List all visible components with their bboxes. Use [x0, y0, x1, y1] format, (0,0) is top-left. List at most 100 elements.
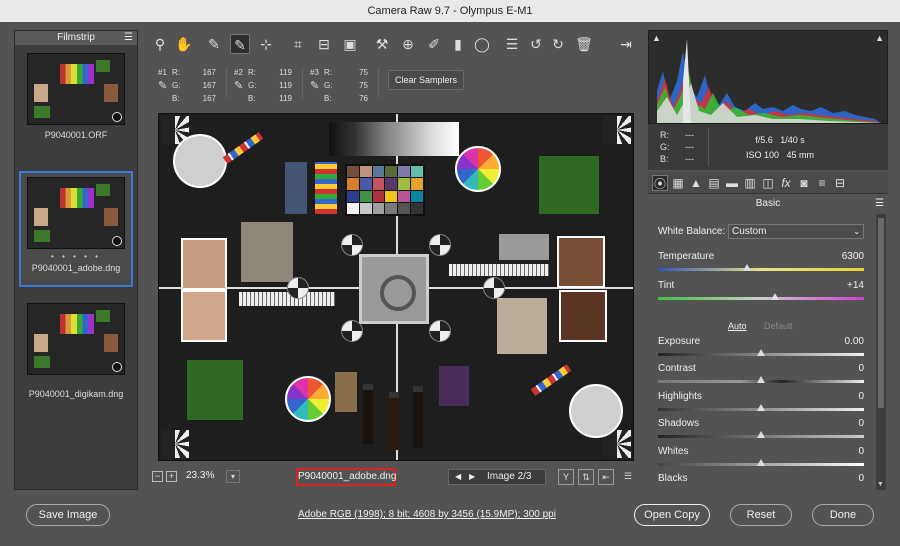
default-link[interactable]: Default — [764, 321, 793, 331]
slider-value[interactable]: 0 — [858, 418, 864, 429]
zoom-level: 23.3% — [186, 470, 215, 481]
thumbnail-caption: P9040001_digikam.dng — [28, 389, 124, 399]
slider-knob[interactable] — [757, 349, 765, 356]
prev-image-icon[interactable]: ◀ — [455, 470, 461, 484]
adjustment-brush-icon[interactable]: ✐ — [424, 34, 444, 54]
zoom-out-button[interactable]: − — [152, 471, 163, 482]
hand-icon[interactable]: ✋ — [174, 34, 194, 54]
filmstrip-thumb-2[interactable]: • • • • • P9040001_adobe.dng — [19, 171, 133, 287]
presets-tab-icon[interactable]: ≡ — [814, 175, 830, 191]
split-toning-tab-icon[interactable]: ▬ — [724, 175, 740, 191]
auto-link[interactable]: Auto — [728, 321, 747, 331]
lens-tab-icon[interactable]: ▥ — [742, 175, 758, 191]
toggle-settings-icon[interactable]: ☰ — [620, 469, 636, 485]
panel-scrollbar[interactable]: ▼ — [876, 214, 886, 490]
slider-label: Shadows — [658, 418, 700, 429]
preferences-icon[interactable]: ☰ — [502, 34, 522, 54]
reset-button[interactable]: Reset — [730, 504, 792, 526]
save-image-button[interactable]: Save Image — [26, 504, 110, 526]
clear-samplers-button[interactable]: Clear Samplers — [388, 70, 464, 90]
image-preview[interactable] — [158, 113, 634, 461]
tone-curve-tab-icon[interactable]: ▦ — [670, 175, 686, 191]
sampler-g: 167 — [202, 81, 216, 90]
rating-dots[interactable]: • • • • • — [21, 252, 131, 261]
workflow-icon[interactable]: ⇥ — [616, 34, 636, 54]
zoom-in-button[interactable]: + — [166, 471, 177, 482]
slider-value[interactable]: +14 — [847, 280, 864, 291]
grayscale-card — [329, 122, 459, 156]
detail-tab-icon[interactable]: ▲ — [688, 175, 704, 191]
temperature-slider[interactable] — [658, 264, 864, 271]
lens-corrections-tab-icon[interactable]: ◫ — [760, 175, 776, 191]
filmstrip-thumb-1[interactable]: P9040001.ORF — [19, 53, 133, 140]
filmstrip-thumb-3[interactable]: P9040001_digikam.dng — [19, 303, 133, 399]
snapshots-tab-icon[interactable]: ⊟ — [832, 175, 848, 191]
eyedropper-icon[interactable]: ✎ — [310, 80, 319, 93]
copy-settings-icon[interactable]: ⇤ — [598, 469, 614, 485]
basic-panel: White Balance: Custom ⌄ Temperature 6300… — [648, 214, 874, 490]
done-button[interactable]: Done — [812, 504, 874, 526]
crop-icon[interactable]: ⌗ — [288, 34, 308, 54]
red-eye-icon[interactable]: ⊕ — [398, 34, 418, 54]
next-image-icon[interactable]: ▶ — [469, 470, 475, 484]
transform-icon[interactable]: ▣ — [340, 34, 360, 54]
zoom-icon[interactable]: ⚲ — [150, 34, 170, 54]
trash-icon[interactable]: 🗑 — [574, 34, 594, 54]
highlight-clipping-icon[interactable]: ▲ — [875, 33, 884, 43]
slider-knob[interactable] — [757, 404, 765, 411]
slider-knob[interactable] — [771, 293, 780, 300]
slider-knob[interactable] — [757, 376, 765, 383]
white-balance-select[interactable]: Custom ⌄ — [728, 224, 864, 239]
targeted-adjustment-icon[interactable]: ⊹ — [256, 34, 276, 54]
slider-value[interactable]: 0 — [858, 446, 864, 457]
white-balance-icon[interactable]: ✎ — [204, 34, 224, 54]
slider-value[interactable]: 0 — [858, 473, 864, 484]
moss-patch — [187, 360, 243, 420]
graduated-filter-icon[interactable]: ▮ — [448, 34, 468, 54]
hsl-tab-icon[interactable]: ▤ — [706, 175, 722, 191]
sampler-b: 76 — [359, 94, 368, 103]
shadow-clipping-icon[interactable]: ▲ — [652, 33, 661, 43]
open-copy-button[interactable]: Open Copy — [634, 504, 710, 526]
workflow-options-link[interactable]: Adobe RGB (1998); 8 bit; 4608 by 3456 (1… — [298, 509, 556, 520]
basic-tab-icon[interactable]: ⦿ — [652, 175, 668, 191]
window-title: Camera Raw 9.7 - Olympus E-M1 — [0, 0, 900, 22]
resolution-ruler — [449, 264, 549, 276]
paint-palette — [173, 134, 227, 188]
panel-menu-icon[interactable]: ☰ — [875, 196, 884, 212]
slider-knob[interactable] — [757, 459, 765, 466]
slider-knob[interactable] — [757, 431, 765, 438]
whites-slider[interactable] — [658, 459, 864, 466]
color-sampler-icon[interactable]: ✎ — [230, 34, 250, 54]
camera-calibration-tab-icon[interactable]: ◙ — [796, 175, 812, 191]
slider-knob[interactable] — [742, 264, 751, 271]
image-navigator: ◀ ▶ Image 2/3 — [448, 469, 546, 485]
eyedropper-icon[interactable]: ✎ — [234, 80, 243, 93]
readout-r: --- — [685, 130, 694, 140]
highlights-slider[interactable] — [658, 404, 864, 411]
scroll-down-icon[interactable]: ▼ — [877, 481, 884, 488]
filmstrip-menu-icon[interactable]: ☰ — [124, 31, 133, 45]
shadows-slider[interactable] — [658, 431, 864, 438]
contrast-slider[interactable] — [658, 376, 864, 383]
radial-filter-icon[interactable]: ◯ — [472, 34, 492, 54]
slider-value[interactable]: 0 — [858, 391, 864, 402]
swap-settings-icon[interactable]: ⇅ — [578, 469, 594, 485]
spot-removal-icon[interactable]: ⚒ — [372, 34, 392, 54]
rotate-left-icon[interactable]: ↺ — [526, 34, 546, 54]
zoom-dropdown[interactable]: ▾ — [226, 470, 240, 483]
focus-target — [429, 234, 451, 256]
slider-value[interactable]: 6300 — [842, 251, 864, 262]
before-after-y-icon[interactable]: Y — [558, 469, 574, 485]
eyedropper-icon[interactable]: ✎ — [158, 80, 167, 93]
exposure-slider[interactable] — [658, 349, 864, 356]
rotate-right-icon[interactable]: ↻ — [548, 34, 568, 54]
slider-value[interactable]: 0 — [858, 363, 864, 374]
slider-value[interactable]: 0.00 — [845, 336, 864, 347]
filename-label: P9040001_adobe.dng — [296, 468, 396, 486]
straighten-icon[interactable]: ⊟ — [314, 34, 334, 54]
scrollbar-thumb[interactable] — [878, 218, 884, 408]
effects-tab-icon[interactable]: fx — [778, 175, 794, 191]
filmstrip-title: Filmstrip — [57, 32, 95, 43]
tint-slider[interactable] — [658, 293, 864, 300]
